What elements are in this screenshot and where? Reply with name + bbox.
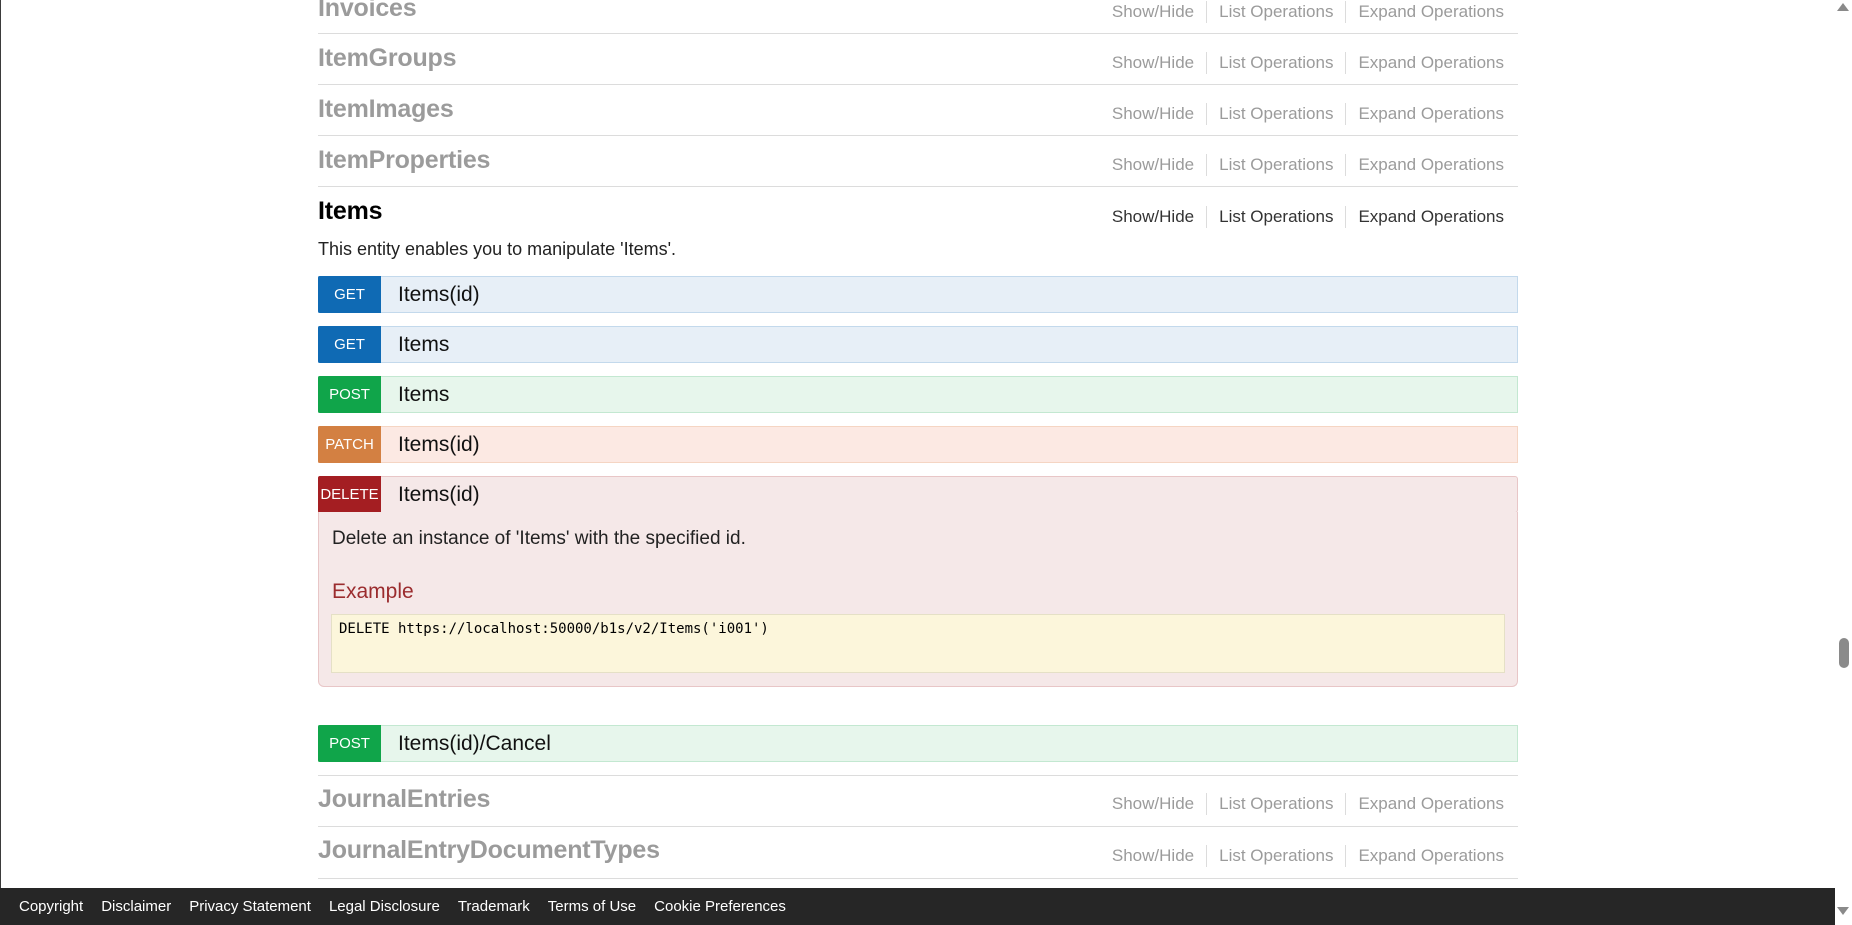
scroll-thumb[interactable]: [1839, 638, 1849, 668]
footer-link-trademark[interactable]: Trademark: [449, 898, 539, 915]
show-hide-link[interactable]: Show/Hide: [1100, 794, 1206, 814]
resource-operations: Show/Hide List Operations Expand Operati…: [1100, 1, 1504, 23]
endpoint-path[interactable]: Items: [398, 327, 449, 362]
vertical-scrollbar[interactable]: [1835, 0, 1852, 888]
resource-operations: Show/Hide List Operations Expand Operati…: [1100, 154, 1504, 176]
scroll-down-arrow-icon[interactable]: [1837, 907, 1849, 915]
list-operations-link[interactable]: List Operations: [1207, 846, 1345, 866]
endpoint-path[interactable]: Items(id): [398, 427, 480, 462]
endpoint-path[interactable]: Items: [398, 377, 449, 412]
divider: [318, 775, 1518, 776]
endpoint-post-item-cancel[interactable]: POST Items(id)/Cancel: [318, 725, 1518, 762]
resource-operations: Show/Hide List Operations Expand Operati…: [1100, 793, 1504, 815]
list-operations-link[interactable]: List Operations: [1207, 794, 1345, 814]
show-hide-link[interactable]: Show/Hide: [1100, 53, 1206, 73]
list-operations-link[interactable]: List Operations: [1207, 207, 1345, 227]
expand-operations-link[interactable]: Expand Operations: [1346, 53, 1504, 73]
endpoint-path[interactable]: Items(id): [398, 277, 480, 312]
footer-link-cookie-preferences[interactable]: Cookie Preferences: [645, 898, 795, 915]
expand-operations-link[interactable]: Expand Operations: [1346, 846, 1504, 866]
resource-title[interactable]: JournalEntries: [318, 785, 490, 814]
http-method-badge: GET: [318, 326, 381, 363]
endpoint-path[interactable]: Items(id)/Cancel: [398, 726, 551, 761]
footer-link-privacy-statement[interactable]: Privacy Statement: [180, 898, 320, 915]
http-method-badge: PATCH: [318, 426, 381, 463]
divider: [318, 186, 1518, 187]
site-footer: Copyright Disclaimer Privacy Statement L…: [0, 888, 1835, 925]
resource-title[interactable]: JournalEntryDocumentTypes: [318, 836, 660, 865]
divider: [318, 135, 1518, 136]
endpoint-patch-item[interactable]: PATCH Items(id): [318, 426, 1518, 463]
expand-operations-link[interactable]: Expand Operations: [1346, 2, 1504, 22]
show-hide-link[interactable]: Show/Hide: [1100, 2, 1206, 22]
divider: [318, 826, 1518, 827]
http-method-badge: POST: [318, 376, 381, 413]
show-hide-link[interactable]: Show/Hide: [1100, 155, 1206, 175]
expand-operations-link[interactable]: Expand Operations: [1346, 794, 1504, 814]
resource-description: This entity enables you to manipulate 'I…: [318, 239, 677, 259]
list-operations-link[interactable]: List Operations: [1207, 53, 1345, 73]
footer-link-terms-of-use[interactable]: Terms of Use: [539, 898, 645, 915]
divider: [318, 84, 1518, 85]
resource-title[interactable]: Items: [318, 197, 383, 226]
http-method-badge: GET: [318, 276, 381, 313]
endpoint-delete-item[interactable]: DELETE Items(id): [318, 476, 1518, 513]
divider: [318, 33, 1518, 34]
http-method-badge: DELETE: [318, 476, 381, 513]
endpoint-get-items[interactable]: GET Items: [318, 326, 1518, 363]
footer-link-legal-disclosure[interactable]: Legal Disclosure: [320, 898, 449, 915]
resource-operations: Show/Hide List Operations Expand Operati…: [1100, 206, 1504, 228]
expand-operations-link[interactable]: Expand Operations: [1346, 155, 1504, 175]
window-edge: [0, 0, 1, 888]
resource-operations: Show/Hide List Operations Expand Operati…: [1100, 845, 1504, 867]
example-heading: Example: [332, 580, 414, 603]
divider: [318, 878, 1518, 879]
show-hide-link[interactable]: Show/Hide: [1100, 846, 1206, 866]
expand-operations-link[interactable]: Expand Operations: [1346, 207, 1504, 227]
list-operations-link[interactable]: List Operations: [1207, 104, 1345, 124]
resource-operations: Show/Hide List Operations Expand Operati…: [1100, 52, 1504, 74]
endpoint-path[interactable]: Items(id): [398, 477, 480, 512]
footer-link-copyright[interactable]: Copyright: [10, 898, 92, 915]
resource-title[interactable]: Invoices: [318, 0, 417, 23]
endpoint-get-item-by-id[interactable]: GET Items(id): [318, 276, 1518, 313]
show-hide-link[interactable]: Show/Hide: [1100, 104, 1206, 124]
http-method-badge: POST: [318, 725, 381, 762]
resource-title[interactable]: ItemProperties: [318, 146, 490, 175]
endpoint-details-panel: Delete an instance of 'Items' with the s…: [318, 512, 1518, 687]
resource-operations: Show/Hide List Operations Expand Operati…: [1100, 103, 1504, 125]
endpoint-post-items[interactable]: POST Items: [318, 376, 1518, 413]
footer-link-disclaimer[interactable]: Disclaimer: [92, 898, 180, 915]
endpoint-description: Delete an instance of 'Items' with the s…: [332, 528, 746, 549]
expand-operations-link[interactable]: Expand Operations: [1346, 104, 1504, 124]
scroll-up-arrow-icon[interactable]: [1837, 3, 1849, 11]
resource-title[interactable]: ItemGroups: [318, 44, 456, 73]
list-operations-link[interactable]: List Operations: [1207, 2, 1345, 22]
show-hide-link[interactable]: Show/Hide: [1100, 207, 1206, 227]
resource-title[interactable]: ItemImages: [318, 95, 454, 124]
list-operations-link[interactable]: List Operations: [1207, 155, 1345, 175]
example-code: DELETE https://localhost:50000/b1s/v2/It…: [331, 614, 1505, 673]
